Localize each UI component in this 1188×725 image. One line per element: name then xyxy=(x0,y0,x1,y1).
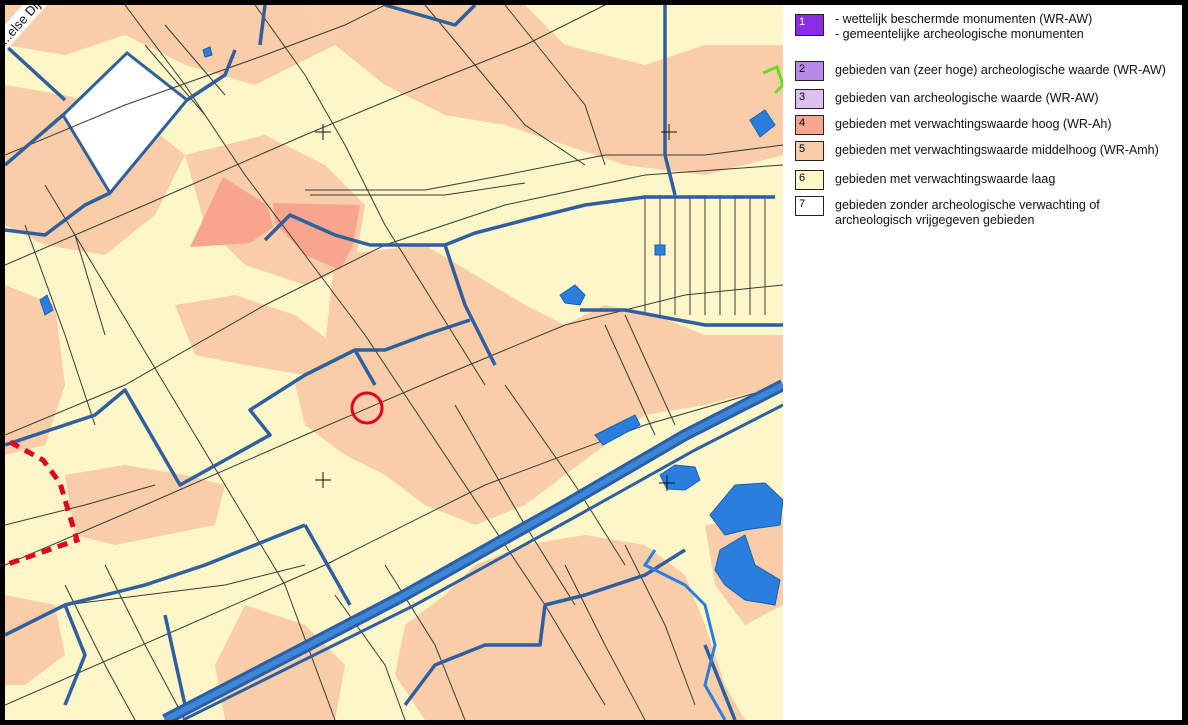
legend-swatch-3: 3 xyxy=(795,89,824,109)
legend-label-4: gebieden met verwachtingswaarde hoog (WR… xyxy=(835,117,1112,131)
legend-swatch-2: 2 xyxy=(795,61,824,81)
legend-label-7a: gebieden zonder archeologische verwachti… xyxy=(835,198,1100,212)
legend-label-7b: archeologisch vrijgegeven gebieden xyxy=(835,213,1035,227)
legend-label-5: gebieden met verwachtingswaarde middelho… xyxy=(835,143,1159,157)
legend-swatch-6: 6 xyxy=(795,170,824,190)
legend-item-6: 6 gebieden met verwachtingswaarde laag xyxy=(795,170,1055,190)
archaeology-map[interactable]: ...else Dijk xyxy=(5,5,786,720)
legend-label-3: gebieden van archeologische waarde (WR-A… xyxy=(835,91,1099,105)
legend-item-2: 2 gebieden van (zeer hoge) archeologisch… xyxy=(795,61,1166,81)
legend-swatch-7: 7 xyxy=(795,196,824,216)
legend-label-2: gebieden van (zeer hoge) archeologische … xyxy=(835,63,1166,77)
legend-item-4: 4 gebieden met verwachtingswaarde hoog (… xyxy=(795,115,1112,135)
legend-label-6: gebieden met verwachtingswaarde laag xyxy=(835,172,1056,186)
legend-item-3: 3 gebieden van archeologische waarde (WR… xyxy=(795,89,1099,109)
legend-label-1b: - gemeentelijke archeologische monumente… xyxy=(835,27,1084,41)
legend-swatch-5: 5 xyxy=(795,141,824,161)
map-frame: ...else Dijk 1 - wettelijk beschermde mo… xyxy=(5,5,1182,720)
legend-item-5: 5 gebieden met verwachtingswaarde middel… xyxy=(795,141,1159,161)
legend-swatch-1: 1 xyxy=(795,14,824,36)
map-legend: 1 - wettelijk beschermde monumenten (WR-… xyxy=(795,12,1180,254)
legend-swatch-4: 4 xyxy=(795,115,824,135)
legend-label-1a: - wettelijk beschermde monumenten (WR-AW… xyxy=(835,12,1093,26)
legend-item-7: 7 gebieden zonder archeologische verwach… xyxy=(795,196,1100,228)
map-canvas: ...else Dijk xyxy=(5,5,786,720)
legend-item-1: 1 - wettelijk beschermde monumenten (WR-… xyxy=(795,12,1093,42)
